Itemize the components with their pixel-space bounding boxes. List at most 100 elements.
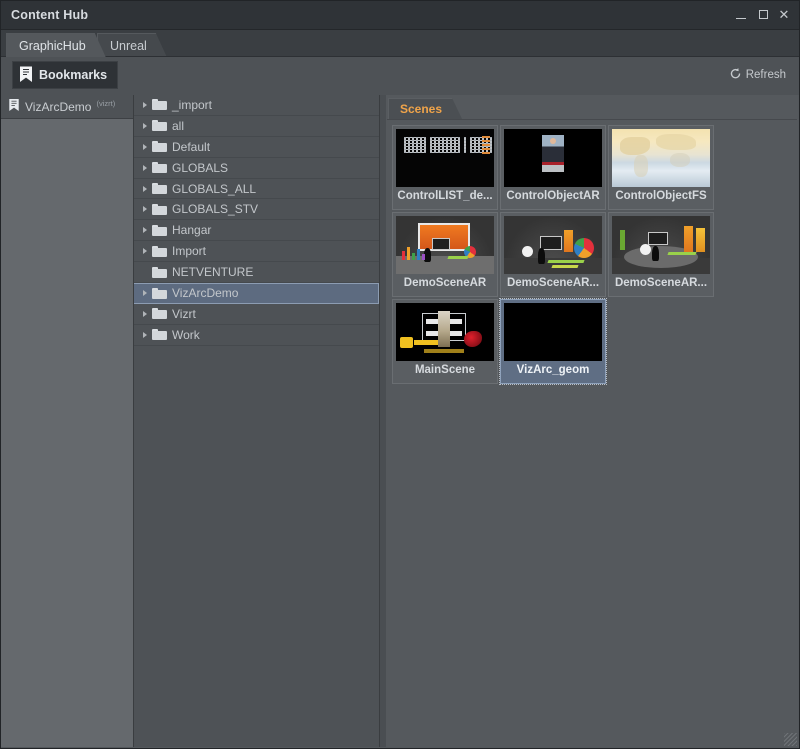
tree-row-label: all xyxy=(172,119,184,133)
tree-row-globals[interactable]: GLOBALS xyxy=(134,158,379,179)
folder-icon xyxy=(152,99,167,110)
bookmark-item-suffix: (vizrt) xyxy=(96,99,115,108)
expand-arrow-icon[interactable] xyxy=(138,186,152,192)
scene-thumbnail xyxy=(504,216,602,274)
bookmarks-panel: VizArcDemo (vizrt) xyxy=(1,95,134,747)
tab-unreal[interactable]: Unreal xyxy=(97,33,167,57)
scene-card[interactable]: DemoSceneAR... xyxy=(500,212,606,297)
scene-name-label: DemoSceneAR... xyxy=(609,277,713,289)
tree-row-label: Vizrt xyxy=(172,307,196,321)
tree-row-label: GLOBALS xyxy=(172,161,228,175)
window-title: Content Hub xyxy=(11,8,88,22)
toolbar: Bookmarks Refresh xyxy=(1,57,799,95)
title-bar: Content Hub ✕ xyxy=(1,1,799,30)
expand-arrow-icon[interactable] xyxy=(138,123,152,129)
tree-row-label: Hangar xyxy=(172,223,211,237)
scenes-panel: Scenes ControlLIST_de...ControlObjectARC… xyxy=(386,95,798,747)
folder-icon xyxy=(152,141,167,152)
scene-card[interactable]: ControlObjectFS xyxy=(608,125,714,210)
tree-row-label: Work xyxy=(172,328,200,342)
folder-icon xyxy=(152,204,167,215)
close-button[interactable]: ✕ xyxy=(774,5,794,25)
folder-tree-panel[interactable]: _importall Default GLOBALS GLOBALS_ALL GLOBA… xyxy=(134,95,380,747)
minimize-button[interactable] xyxy=(731,5,751,25)
tree-row-import[interactable]: Import xyxy=(134,241,379,262)
expand-arrow-icon[interactable] xyxy=(138,332,152,338)
expand-arrow-icon[interactable] xyxy=(138,165,152,171)
tree-row-label: NETVENTURE xyxy=(172,265,253,279)
expand-arrow-icon[interactable] xyxy=(138,227,152,233)
folder-icon xyxy=(152,183,167,194)
bookmark-item-vizarcdemo[interactable]: VizArcDemo (vizrt) xyxy=(1,95,133,119)
scene-card[interactable]: DemoSceneAR... xyxy=(608,212,714,297)
content-hub-window: Content Hub ✕ GraphicHub Unreal Bookmark… xyxy=(0,0,800,749)
scene-card[interactable]: DemoSceneAR xyxy=(392,212,498,297)
main-tab-strip: GraphicHub Unreal xyxy=(1,30,799,57)
scene-name-label: ControlLIST_de... xyxy=(393,190,497,202)
scene-name-label: ControlObjectAR xyxy=(501,190,605,202)
bookmark-item-label: VizArcDemo xyxy=(25,100,91,114)
scene-card[interactable]: VizArc_geom xyxy=(500,299,606,384)
scene-name-label: DemoSceneAR... xyxy=(501,277,605,289)
tree-row-label: Default xyxy=(172,140,210,154)
scene-thumbnail xyxy=(396,129,494,187)
scene-thumbnail xyxy=(612,129,710,187)
tree-row-label: VizArcDemo xyxy=(172,286,238,300)
folder-icon xyxy=(152,329,167,340)
maximize-button[interactable] xyxy=(753,5,773,25)
tree-row-label: _import xyxy=(172,98,212,112)
tree-row--import[interactable]: _import xyxy=(134,95,379,116)
tree-row-work[interactable]: Work xyxy=(134,325,379,346)
scene-name-label: ControlObjectFS xyxy=(609,190,713,202)
expand-arrow-icon[interactable] xyxy=(138,311,152,317)
refresh-icon xyxy=(729,67,742,83)
tree-row-default[interactable]: Default xyxy=(134,137,379,158)
folder-tree-list: _importall Default GLOBALS GLOBALS_ALL GLOBA… xyxy=(134,95,379,346)
folder-icon xyxy=(152,162,167,173)
tree-row-globals-stv[interactable]: GLOBALS_STV xyxy=(134,199,379,220)
bookmarks-button[interactable]: Bookmarks xyxy=(12,61,118,89)
folder-icon xyxy=(152,246,167,257)
tree-row-hangar[interactable]: Hangar xyxy=(134,220,379,241)
tree-row-netventure[interactable]: NETVENTURE xyxy=(134,262,379,283)
scene-thumbnail xyxy=(396,303,494,361)
expand-arrow-icon[interactable] xyxy=(138,144,152,150)
expand-arrow-icon[interactable] xyxy=(138,102,152,108)
tab-scenes[interactable]: Scenes xyxy=(388,98,462,119)
resize-grip[interactable] xyxy=(784,733,797,746)
folder-icon xyxy=(152,288,167,299)
tree-row-globals-all[interactable]: GLOBALS_ALL xyxy=(134,179,379,200)
scene-thumbnail xyxy=(504,129,602,187)
scene-thumbnail xyxy=(504,303,602,361)
scene-name-label: MainScene xyxy=(393,364,497,376)
expand-arrow-icon[interactable] xyxy=(138,290,152,296)
expand-arrow-icon[interactable] xyxy=(138,206,152,212)
maximize-icon xyxy=(759,10,768,19)
minimize-icon xyxy=(736,18,746,19)
scene-thumbnail xyxy=(612,216,710,274)
folder-icon xyxy=(152,225,167,236)
refresh-button[interactable]: Refresh xyxy=(724,64,791,86)
expand-arrow-icon[interactable] xyxy=(138,248,152,254)
scene-thumbnail xyxy=(396,216,494,274)
folder-icon xyxy=(152,308,167,319)
scenes-grid: ControlLIST_de... ControlObjectAR ControlO… xyxy=(387,119,797,746)
tree-row-all[interactable]: all xyxy=(134,116,379,137)
scene-card[interactable]: MainScene xyxy=(392,299,498,384)
bookmarks-button-label: Bookmarks xyxy=(39,68,107,82)
scene-name-label: DemoSceneAR xyxy=(393,277,497,289)
scenes-tab-bar: Scenes xyxy=(386,98,798,119)
tree-row-label: GLOBALS_STV xyxy=(172,202,258,216)
folder-icon xyxy=(152,120,167,131)
scene-name-label: VizArc_geom xyxy=(501,364,605,376)
tree-row-label: GLOBALS_ALL xyxy=(172,182,256,196)
scene-card[interactable]: ControlObjectAR xyxy=(500,125,606,210)
bookmark-icon xyxy=(8,98,20,115)
scene-card[interactable]: ControlLIST_de... xyxy=(392,125,498,210)
folder-icon xyxy=(152,267,167,278)
refresh-button-label: Refresh xyxy=(746,69,786,81)
bookmark-icon xyxy=(19,66,33,85)
tree-row-vizarcdemo[interactable]: VizArcDemo xyxy=(134,283,379,304)
tree-row-vizrt[interactable]: Vizrt xyxy=(134,304,379,325)
tab-graphichub[interactable]: GraphicHub xyxy=(6,33,106,57)
